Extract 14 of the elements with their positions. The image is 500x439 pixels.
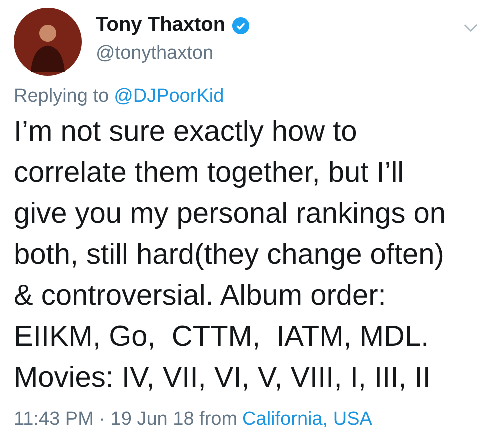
tweet-timestamp: 11:43 PM · 19 Jun 18 from: [14, 409, 238, 431]
author-name[interactable]: Tony Thaxton: [96, 14, 226, 37]
tweet-text-line: both, still hard(they change often): [14, 238, 446, 273]
location-link[interactable]: California, USA: [242, 409, 372, 431]
tweet-text-line: & controversial. Album order:: [14, 279, 388, 314]
avatar-silhouette-icon[interactable]: [14, 8, 82, 76]
tweet-text-line: I’m not sure exactly how to: [14, 115, 358, 150]
tweet-text-line: EIIKM, Go, CTTM, IATM, MDL.: [14, 320, 430, 355]
tweet-text-line: give you my personal rankings on: [14, 197, 448, 232]
author-handle[interactable]: @tonythaxton: [96, 43, 250, 65]
mention-link[interactable]: @DJPoorKid: [114, 86, 224, 108]
replying-to-label: Replying to: [14, 86, 110, 108]
tweet-text-line: correlate them together, but I’ll: [14, 156, 406, 191]
tweet-text-line: Movies: IV, VII, VI, V, VIII, I, III, II: [14, 361, 432, 396]
